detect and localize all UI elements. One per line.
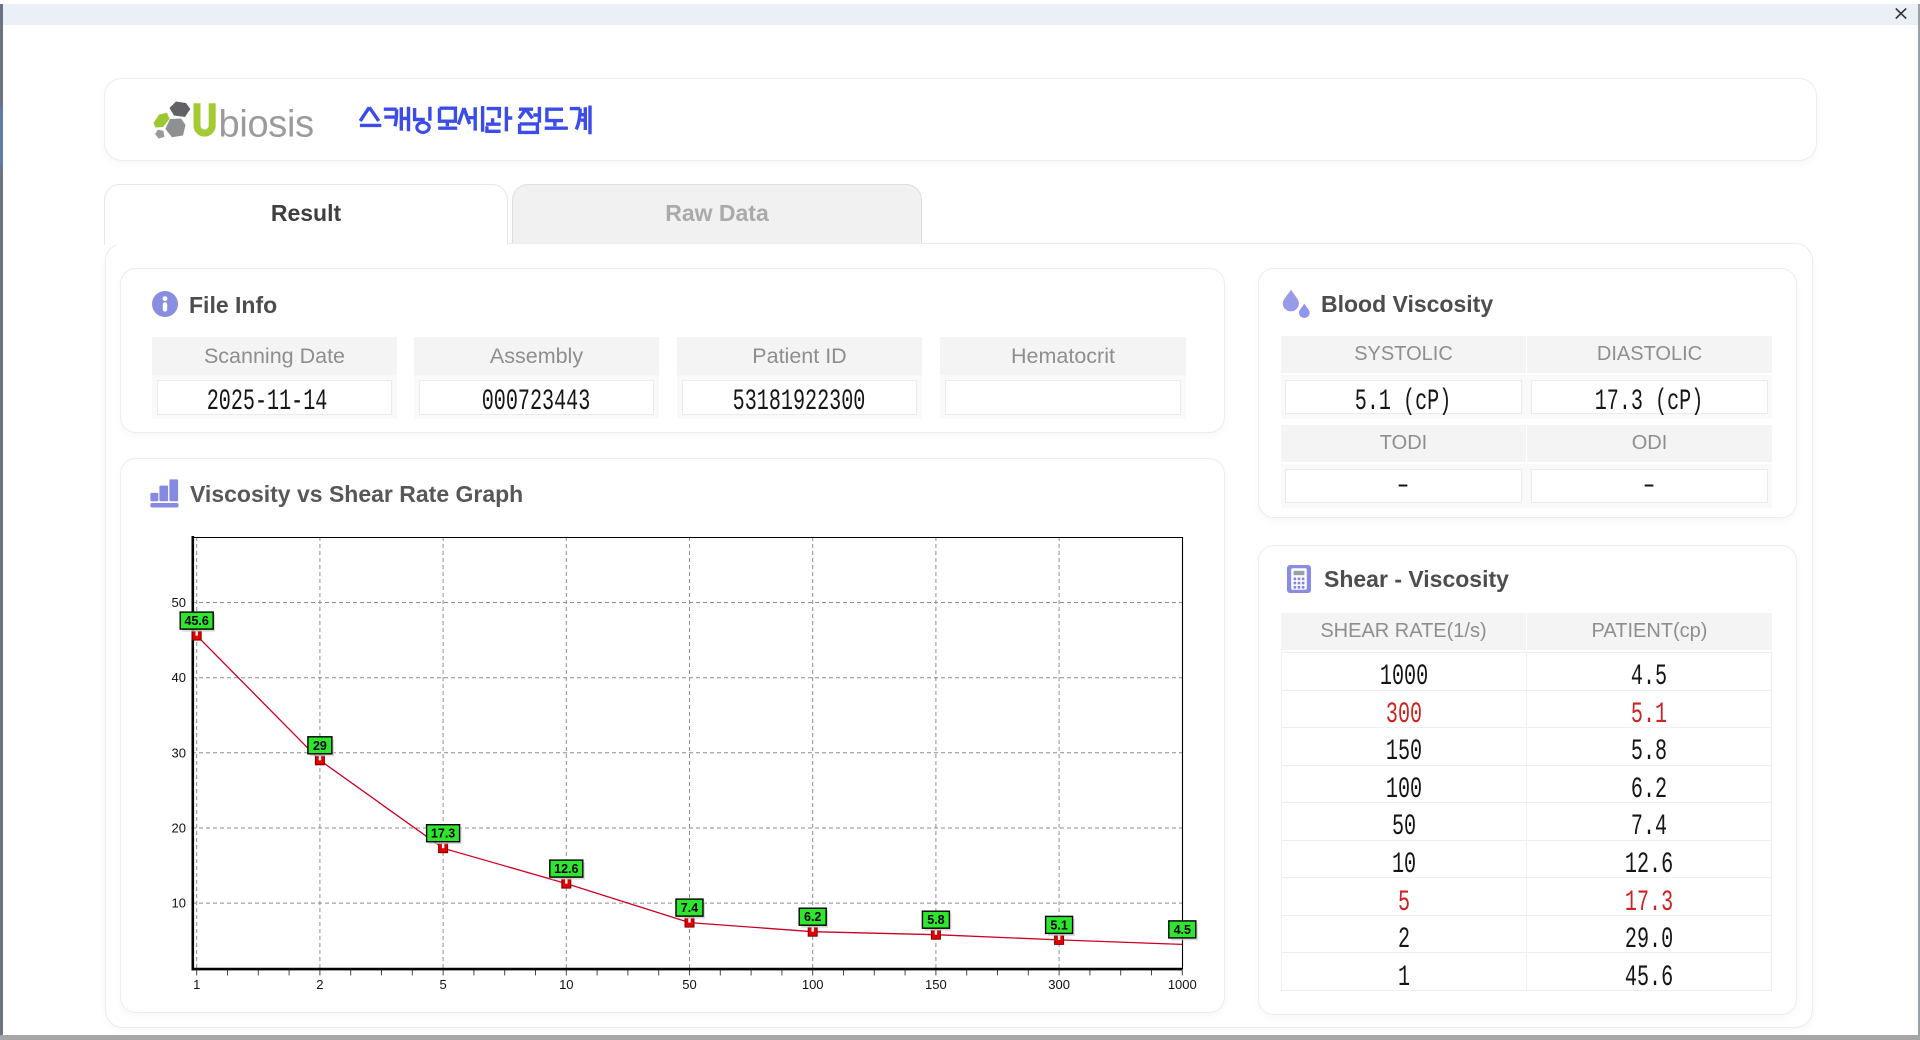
svg-text:10: 10 — [172, 896, 186, 911]
svg-text:45.6: 45.6 — [185, 614, 209, 628]
svg-text:100: 100 — [802, 977, 824, 992]
svg-text:10: 10 — [559, 977, 573, 992]
svg-text:17.3: 17.3 — [431, 827, 455, 841]
svg-text:2: 2 — [316, 977, 323, 992]
svg-text:150: 150 — [925, 977, 947, 992]
svg-text:12.6: 12.6 — [554, 862, 578, 876]
svg-text:4.5: 4.5 — [1174, 923, 1191, 937]
svg-text:29: 29 — [313, 739, 327, 753]
svg-text:5.8: 5.8 — [927, 913, 944, 927]
svg-text:5.1: 5.1 — [1050, 918, 1067, 932]
svg-text:50: 50 — [682, 977, 696, 992]
svg-text:7.4: 7.4 — [681, 901, 698, 915]
svg-text:20: 20 — [172, 821, 186, 836]
svg-text:6.2: 6.2 — [804, 910, 821, 924]
svg-text:300: 300 — [1048, 977, 1070, 992]
svg-text:5: 5 — [439, 977, 446, 992]
svg-text:50: 50 — [172, 595, 186, 610]
svg-text:40: 40 — [172, 670, 186, 685]
svg-text:biosis: biosis — [219, 104, 314, 144]
svg-text:1000: 1000 — [1168, 977, 1197, 992]
svg-text:1: 1 — [193, 977, 200, 992]
svg-text:30: 30 — [172, 745, 186, 760]
